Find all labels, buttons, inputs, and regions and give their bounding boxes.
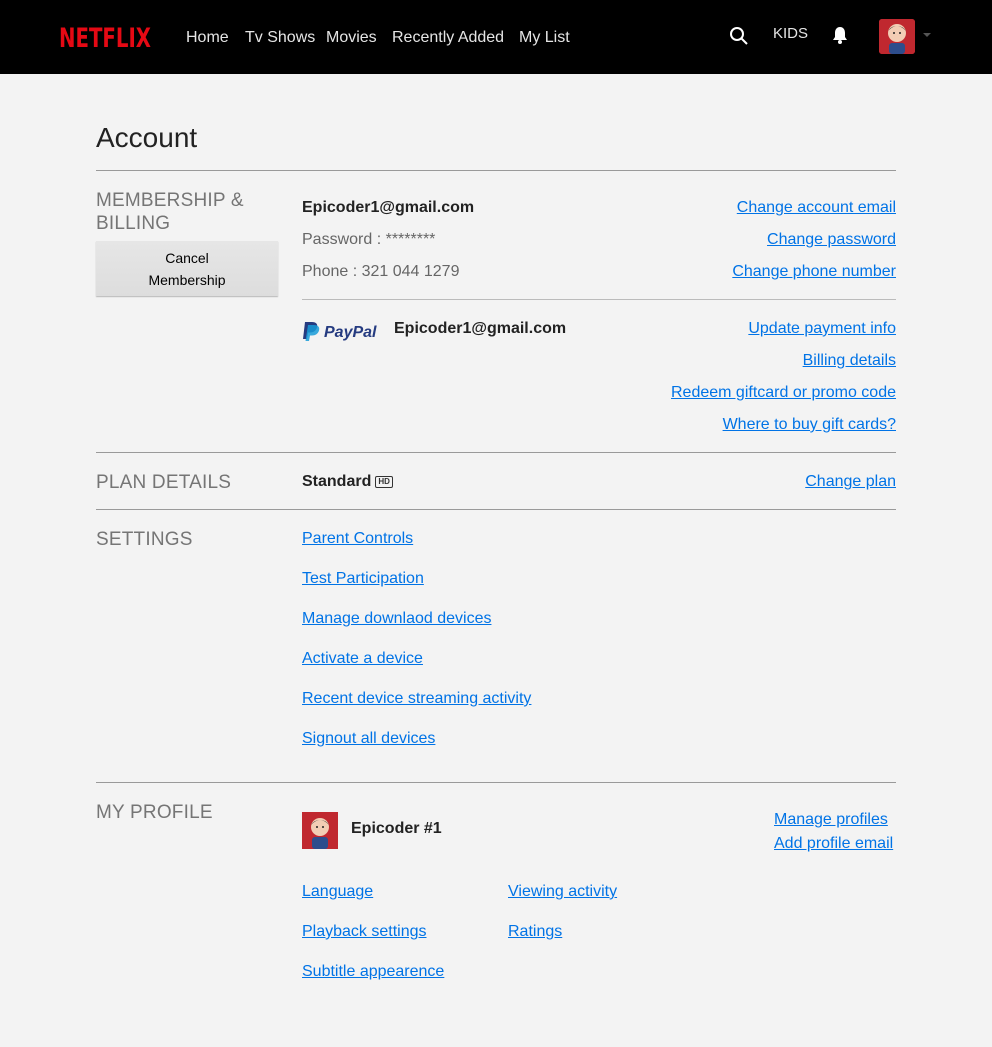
profile-name: Epicoder #1 (351, 820, 442, 837)
avatar[interactable] (879, 19, 915, 54)
divider (96, 452, 896, 453)
bell-icon[interactable] (832, 26, 848, 44)
change-plan-link[interactable]: Change plan (805, 473, 896, 491)
settings-heading: SETTINGS (96, 529, 193, 550)
manage-download-devices-link[interactable]: Manage downlaod devices (302, 610, 491, 628)
recent-streaming-activity-link[interactable]: Recent device streaming activity (302, 690, 531, 708)
add-profile-email-link[interactable]: Add profile email (774, 835, 893, 853)
change-phone-link[interactable]: Change phone number (732, 263, 896, 281)
svg-text:NETFLIX: NETFLIX (59, 23, 151, 50)
divider (96, 782, 896, 783)
test-participation-link[interactable]: Test Participation (302, 570, 424, 588)
payment-email: Epicoder1@gmail.com (394, 320, 567, 337)
signout-all-devices-link[interactable]: Signout all devices (302, 730, 435, 748)
page-title: Account (96, 122, 198, 153)
playback-settings-link[interactable]: Playback settings (302, 923, 427, 941)
plan-details-heading: PLAN DETAILS (96, 472, 232, 493)
plan-name: Standard HD (302, 473, 393, 491)
cancel-button-line1: Cancel (165, 249, 209, 266)
divider (96, 170, 896, 171)
account-email: Epicoder1@gmail.com (302, 199, 475, 216)
change-password-link[interactable]: Change password (767, 231, 896, 249)
nav-movies[interactable]: Movies (326, 29, 377, 47)
cancel-button-line2: Membership (148, 271, 226, 288)
profile-avatar (302, 812, 338, 849)
search-icon[interactable] (729, 26, 749, 46)
language-link[interactable]: Language (302, 883, 373, 901)
parent-controls-link[interactable]: Parent Controls (302, 530, 413, 548)
divider (302, 299, 896, 300)
membership-label-line2: BILLING (96, 213, 171, 234)
caret-down-icon[interactable] (923, 33, 931, 37)
account-phone: Phone : 321 044 1279 (302, 263, 460, 280)
subtitle-appearance-link[interactable]: Subtitle appearence (302, 963, 444, 981)
change-email-link[interactable]: Change account email (737, 199, 896, 217)
ratings-link[interactable]: Ratings (508, 923, 562, 941)
cancel-membership-button[interactable]: Cancel Membership (96, 241, 278, 296)
top-nav-bar: NETFLIX Home Tv Shows Movies Recently Ad… (0, 0, 992, 74)
viewing-activity-link[interactable]: Viewing activity (508, 883, 617, 901)
account-password: Password : ******** (302, 231, 436, 248)
my-profile-heading: MY PROFILE (96, 802, 213, 823)
kids-link[interactable]: KIDS (773, 25, 808, 42)
hd-badge: HD (375, 475, 393, 488)
membership-billing-heading: MEMBERSHIP & BILLING (96, 189, 244, 235)
netflix-logo[interactable]: NETFLIX (59, 22, 151, 50)
plan-name-text: Standard (302, 473, 372, 490)
paypal-logo: PayPal (303, 322, 377, 341)
activate-device-link[interactable]: Activate a device (302, 650, 423, 668)
nav-my-list[interactable]: My List (519, 29, 570, 47)
paypal-text: PayPal (324, 324, 377, 341)
nav-home[interactable]: Home (186, 29, 229, 47)
redeem-giftcard-link[interactable]: Redeem giftcard or promo code (671, 384, 896, 402)
update-payment-link[interactable]: Update payment info (748, 320, 896, 338)
nav-tv-shows[interactable]: Tv Shows (245, 29, 315, 47)
nav-recently-added[interactable]: Recently Added (392, 29, 504, 47)
membership-label-line1: MEMBERSHIP & (96, 190, 244, 211)
manage-profiles-link[interactable]: Manage profiles (774, 811, 888, 829)
divider (96, 509, 896, 510)
billing-details-link[interactable]: Billing details (803, 352, 896, 370)
buy-gift-cards-link[interactable]: Where to buy gift cards? (723, 416, 896, 434)
